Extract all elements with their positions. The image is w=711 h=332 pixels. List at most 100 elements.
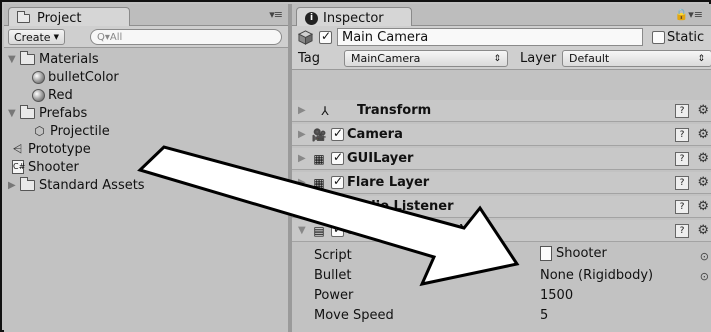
tree-item-label: Standard Assets xyxy=(39,177,145,193)
tree-item-label: Shooter xyxy=(28,159,79,175)
transform-icon: ⅄ xyxy=(321,103,329,118)
active-checkbox[interactable] xyxy=(319,29,332,44)
material-sphere-icon xyxy=(32,88,45,102)
static-checkbox[interactable] xyxy=(652,31,665,44)
tree-item-label: Projectile xyxy=(50,123,110,139)
collapsed-arrow-icon[interactable]: ▶ xyxy=(8,180,20,191)
component-enabled-checkbox[interactable] xyxy=(331,174,344,189)
folder-icon xyxy=(20,50,35,65)
tree-item-label: Prototype xyxy=(28,141,91,157)
material-sphere-icon xyxy=(32,70,45,84)
object-name-input[interactable] xyxy=(337,28,643,46)
layer-dropdown[interactable]: Default ⇕ xyxy=(562,50,711,67)
tree-item-materials[interactable]: ▼ Materials xyxy=(8,50,99,68)
help-book-icon[interactable]: ? xyxy=(675,151,689,166)
expand-arrow-icon[interactable]: ▼ xyxy=(8,108,20,119)
create-button-label: Create xyxy=(14,30,51,44)
project-tab-folder-icon xyxy=(17,10,30,23)
help-book-icon[interactable]: ? xyxy=(675,175,689,190)
component-guilayer[interactable]: ▶ ▦ GUILayer ? ⚙ xyxy=(292,148,711,170)
tag-dropdown[interactable]: MainCamera ⇕ xyxy=(344,50,508,67)
gear-icon[interactable]: ⚙ xyxy=(697,127,709,142)
tree-item-shooter[interactable]: C# Shooter xyxy=(12,158,79,176)
component-name: Audio Listener xyxy=(347,199,454,214)
component-enabled-checkbox[interactable] xyxy=(331,126,344,141)
scene-icon: ⩤ xyxy=(12,141,23,156)
help-book-icon[interactable]: ? xyxy=(675,103,689,118)
gear-icon[interactable]: ⚙ xyxy=(697,223,709,238)
gear-icon[interactable]: ⚙ xyxy=(697,199,709,214)
fold-arrow-icon[interactable]: ▼ xyxy=(298,225,308,236)
lock-icon[interactable]: 🔒▾≡ xyxy=(675,8,703,21)
fold-arrow-icon[interactable]: ▶ xyxy=(298,201,308,212)
field-value-text: 5 xyxy=(540,308,549,323)
gameobject-cube-icon xyxy=(298,30,313,45)
field-value-text: 1500 xyxy=(540,288,574,303)
tree-item-prototype[interactable]: ⩤ Prototype xyxy=(10,140,91,158)
field-value-text: None (Rigidbody) xyxy=(540,268,654,283)
help-book-icon[interactable]: ? xyxy=(675,223,689,238)
component-name: Shooter (Script) xyxy=(347,223,465,238)
field-label-bullet: Bullet xyxy=(314,268,352,283)
inspector-tab-bar: i Inspector 🔒▾≡ xyxy=(292,4,711,27)
tree-item-prefabs[interactable]: ▼ Prefabs xyxy=(8,104,87,122)
fold-arrow-icon[interactable]: ▶ xyxy=(298,129,308,140)
component-transform[interactable]: ▶ ⅄ Transform ? ⚙ xyxy=(292,100,711,122)
inspector-panel: i Inspector 🔒▾≡ Static Tag MainCamera ⇕ xyxy=(292,4,711,332)
object-picker-icon[interactable]: ⊙ xyxy=(700,270,709,283)
project-tree: ▼ Materials bulletColor Red ▼ Prefabs ⬡ … xyxy=(4,49,288,332)
script-component-icon: ▤ xyxy=(313,223,325,238)
tree-item-projectile[interactable]: ⬡ Projectile xyxy=(32,122,110,140)
gear-icon[interactable]: ⚙ xyxy=(697,103,709,118)
search-field[interactable] xyxy=(90,29,282,45)
tag-label: Tag xyxy=(298,51,321,66)
expand-arrow-icon[interactable]: ▼ xyxy=(8,54,20,65)
fold-arrow-icon[interactable]: ▶ xyxy=(298,153,308,164)
object-header: Static Tag MainCamera ⇕ Layer Default ⇕ xyxy=(292,26,711,70)
field-value-text: Shooter xyxy=(556,246,607,261)
window-frame: Project ▾≡ Create ▼ ▼ Materials bulletCo… xyxy=(0,0,711,332)
tree-item-bulletcolor[interactable]: bulletColor xyxy=(32,68,119,86)
component-camera[interactable]: ▶ 🎥 Camera ? ⚙ xyxy=(292,124,711,146)
prefab-cube-icon: ⬡ xyxy=(34,124,45,138)
component-enabled-checkbox[interactable] xyxy=(331,198,344,213)
help-book-icon[interactable]: ? xyxy=(675,199,689,214)
component-enabled-checkbox[interactable] xyxy=(331,150,344,165)
tab-project[interactable]: Project xyxy=(8,7,130,27)
field-value-move-speed[interactable]: 5 xyxy=(540,308,548,323)
component-audio-listener[interactable]: ▶ ♫ Audio Listener ? ⚙ xyxy=(292,196,711,218)
search-input[interactable] xyxy=(97,31,247,43)
component-enabled-checkbox[interactable] xyxy=(331,222,344,237)
component-flare-layer[interactable]: ▶ ▦ Flare Layer ? ⚙ xyxy=(292,172,711,194)
layer-value: Default xyxy=(569,52,610,65)
camera-icon: 🎥 xyxy=(311,127,327,142)
panel-menu-icon[interactable]: ▾≡ xyxy=(269,8,283,21)
field-value-script[interactable]: Shooter xyxy=(540,246,607,261)
gear-icon[interactable]: ⚙ xyxy=(697,151,709,166)
help-book-icon[interactable]: ? xyxy=(675,127,689,142)
static-toggle[interactable]: Static xyxy=(652,30,704,45)
component-name: Flare Layer xyxy=(347,175,430,190)
tab-inspector[interactable]: i Inspector xyxy=(296,7,412,27)
create-button[interactable]: Create ▼ xyxy=(8,29,65,45)
tree-item-standard-assets[interactable]: ▶ Standard Assets xyxy=(8,176,145,194)
fold-arrow-icon[interactable]: ▶ xyxy=(298,105,308,116)
folder-icon xyxy=(20,104,35,119)
updown-icon: ⇕ xyxy=(697,53,705,64)
tree-item-label: Prefabs xyxy=(39,105,88,121)
tag-value: MainCamera xyxy=(351,52,421,65)
tree-item-red[interactable]: Red xyxy=(32,86,73,104)
flare-layer-icon: ▦ xyxy=(313,175,325,190)
chevron-down-icon: ▼ xyxy=(53,33,59,41)
project-tab-bar: Project ▾≡ xyxy=(4,4,288,27)
script-file-icon xyxy=(540,246,552,261)
info-icon: i xyxy=(305,11,318,25)
component-shooter-script[interactable]: ▼ ▤ Shooter (Script) ? ⚙ xyxy=(292,220,711,242)
fold-arrow-icon[interactable]: ▶ xyxy=(298,177,308,188)
gear-icon[interactable]: ⚙ xyxy=(697,175,709,190)
object-picker-icon[interactable]: ⊙ xyxy=(700,250,709,263)
component-name: GUILayer xyxy=(347,151,414,166)
field-value-bullet[interactable]: None (Rigidbody) xyxy=(540,268,653,283)
tree-item-label: bulletColor xyxy=(48,69,119,85)
field-value-power[interactable]: 1500 xyxy=(540,288,573,303)
